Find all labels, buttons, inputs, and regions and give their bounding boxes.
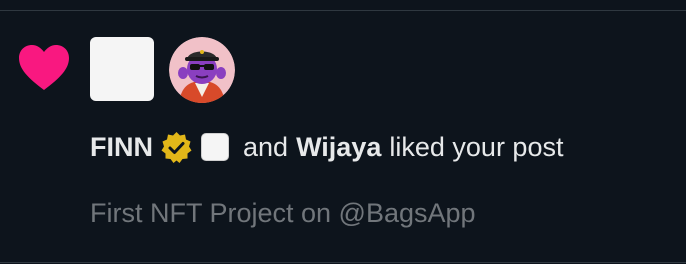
avatar-user-2[interactable] xyxy=(169,37,235,103)
avatar-user-1[interactable] xyxy=(90,37,154,101)
user-badge-icon xyxy=(201,133,229,161)
notification-text: FINN and Wijaya liked your post xyxy=(90,128,563,166)
connector-text: and xyxy=(243,131,289,162)
divider xyxy=(0,10,686,11)
divider xyxy=(0,262,686,263)
post-preview[interactable]: First NFT Project on @BagsApp xyxy=(90,198,476,229)
action-text: liked your post xyxy=(389,131,564,162)
actor-name-1[interactable]: FINN xyxy=(90,132,153,163)
heart-icon xyxy=(19,45,69,90)
actor-name-2[interactable]: Wijaya xyxy=(296,132,381,163)
notification-item[interactable]: FINN and Wijaya liked your post First NF… xyxy=(0,0,686,264)
verified-icon xyxy=(161,131,192,163)
